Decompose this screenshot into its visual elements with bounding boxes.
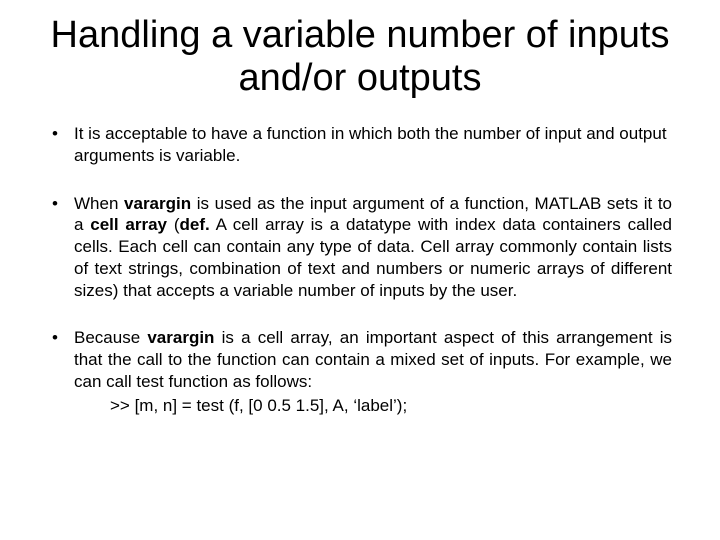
slide: Handling a variable number of inputs and… bbox=[0, 0, 720, 540]
text-run: Because bbox=[74, 328, 147, 347]
bullet-list: It is acceptable to have a function in w… bbox=[48, 123, 672, 393]
text-run: ( bbox=[167, 215, 179, 234]
code-example: >> [m, n] = test (f, [0 0.5 1.5], A, ‘la… bbox=[48, 395, 672, 417]
term-cell-array: cell array bbox=[90, 215, 167, 234]
term-def: def. bbox=[180, 215, 210, 234]
keyword-varargin: varargin bbox=[147, 328, 214, 347]
keyword-varargin: varargin bbox=[124, 194, 191, 213]
slide-title: Handling a variable number of inputs and… bbox=[48, 14, 672, 99]
bullet-item: It is acceptable to have a function in w… bbox=[48, 123, 672, 167]
bullet-text: It is acceptable to have a function in w… bbox=[74, 124, 667, 165]
bullet-item: Because varargin is a cell array, an imp… bbox=[48, 327, 672, 392]
bullet-item: When varargin is used as the input argum… bbox=[48, 193, 672, 302]
text-run: When bbox=[74, 194, 124, 213]
